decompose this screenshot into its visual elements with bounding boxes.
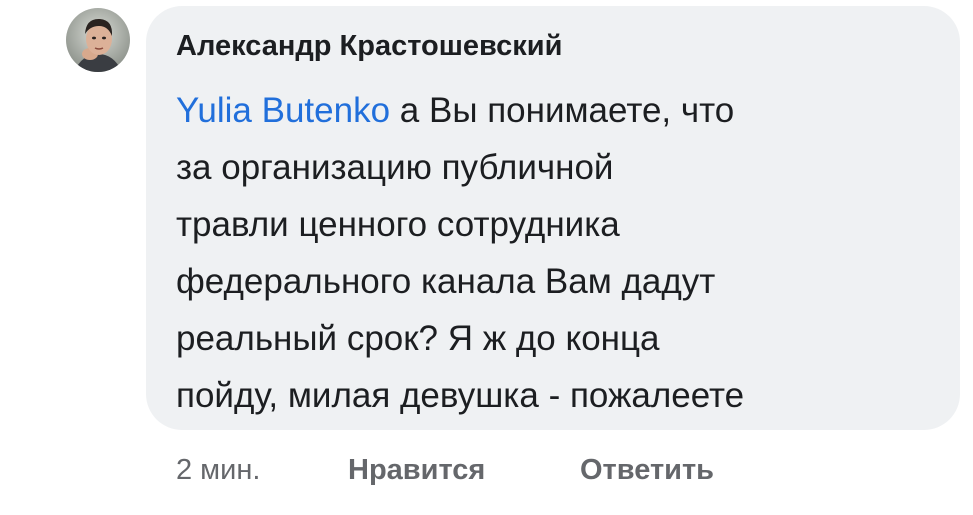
- comment-line: федерального канала Вам дадут: [176, 262, 716, 301]
- avatar[interactable]: [66, 8, 130, 72]
- comment-line-text: а Вы понимаете, что: [390, 91, 735, 130]
- comment-timestamp[interactable]: 2 мин.: [176, 450, 260, 490]
- comment-line: травли ценного сотрудника: [176, 205, 620, 244]
- avatar-image: [66, 8, 130, 72]
- like-button[interactable]: Нравится: [348, 450, 485, 490]
- comment-line: Yulia Butenko а Вы понимаете, что: [176, 82, 946, 139]
- mention-link[interactable]: Yulia Butenko: [176, 91, 390, 130]
- comment-line: за организацию публичной: [176, 148, 614, 187]
- comment-line: реальный срок? Я ж до конца: [176, 319, 660, 358]
- reply-button[interactable]: Ответить: [580, 450, 714, 490]
- comment-text: Yulia Butenko а Вы понимаете, что за орг…: [176, 82, 946, 424]
- comment-line: пойду, милая девушка - пожалеете: [176, 376, 745, 415]
- comment-author[interactable]: Александр Крастошевский: [176, 28, 562, 64]
- comment-bubble: Александр Крастошевский Yulia Butenko а …: [146, 6, 960, 430]
- comment: Александр Крастошевский Yulia Butenko а …: [0, 0, 973, 515]
